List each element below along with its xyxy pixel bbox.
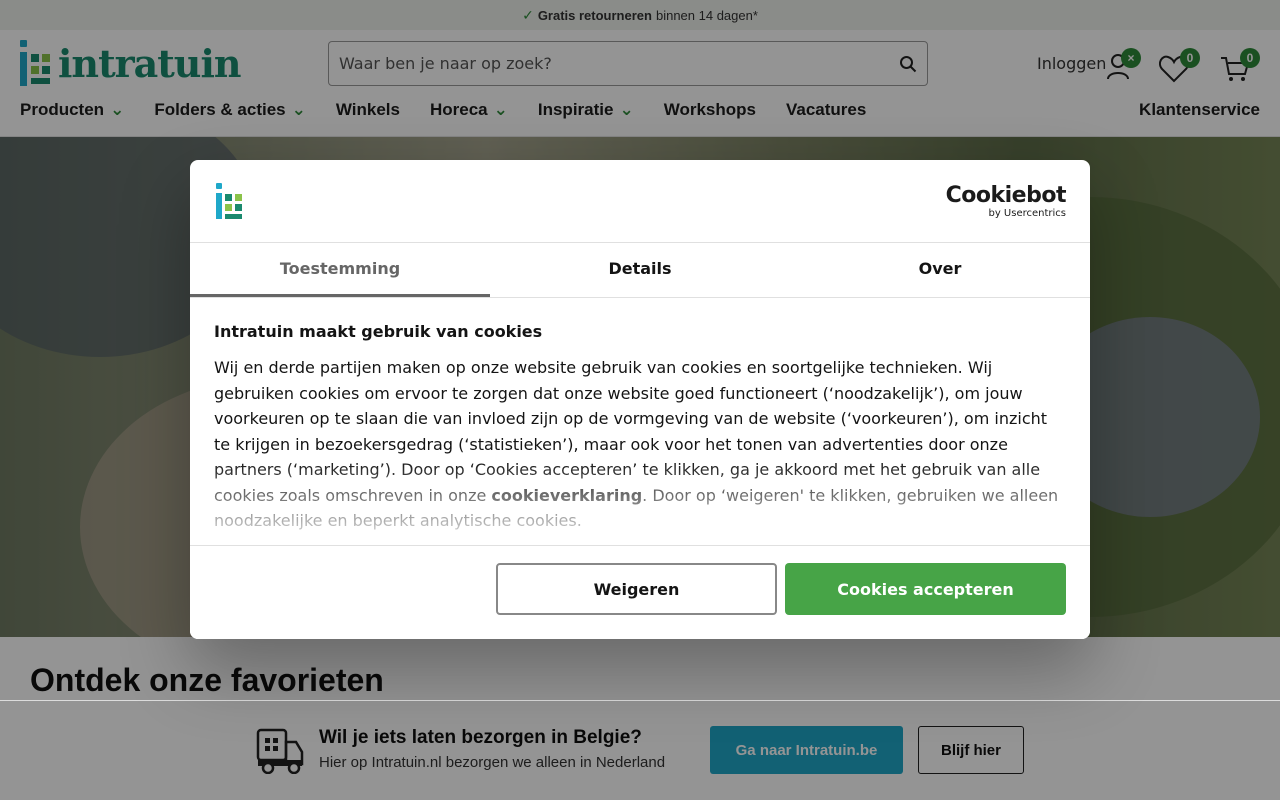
accept-cookies-button[interactable]: Cookies accepteren	[785, 563, 1066, 615]
tab-toestemming[interactable]: Toestemming	[190, 243, 490, 297]
dialog-body[interactable]: Intratuin maakt gebruik van cookies Wij …	[214, 322, 1066, 532]
cookie-consent-dialog: Cookiebot by Usercentrics Toestemming De…	[190, 160, 1090, 639]
tab-over[interactable]: Over	[790, 243, 1090, 297]
cookiebot-logo[interactable]: Cookiebot by Usercentrics	[945, 183, 1067, 220]
cookie-statement-link[interactable]: cookieverklaring	[491, 486, 642, 505]
cookiebot-byline: by Usercentrics	[988, 208, 1066, 219]
belgium-banner-subtitle: Hier op Intratuin.nl bezorgen we alleen …	[319, 754, 666, 771]
cookiebot-name: Cookiebot	[945, 183, 1067, 208]
intratuin-mark-icon	[216, 183, 242, 219]
refuse-cookies-button[interactable]: Weigeren	[496, 563, 777, 615]
belgium-banner-title: Wil je iets laten bezorgen in Belgie?	[319, 727, 642, 748]
dialog-footer: Weigeren Cookies accepteren	[190, 545, 1090, 639]
dialog-header: Cookiebot by Usercentrics	[190, 160, 1090, 243]
dialog-tabs: Toestemming Details Over	[190, 243, 1090, 298]
belgium-banner: Wil je iets laten bezorgen in Belgie? Hi…	[0, 700, 1280, 800]
banner-dim	[0, 701, 1280, 800]
go-to-intratuin-be-button[interactable]: Ga naar Intratuin.be	[710, 726, 903, 774]
stay-here-button[interactable]: Blijf hier	[918, 726, 1024, 774]
dialog-text: Wij en derde partijen maken op onze webs…	[214, 358, 1059, 530]
dialog-heading: Intratuin maakt gebruik van cookies	[214, 322, 543, 341]
tab-details[interactable]: Details	[490, 243, 790, 297]
delivery-truck-icon	[256, 728, 304, 774]
